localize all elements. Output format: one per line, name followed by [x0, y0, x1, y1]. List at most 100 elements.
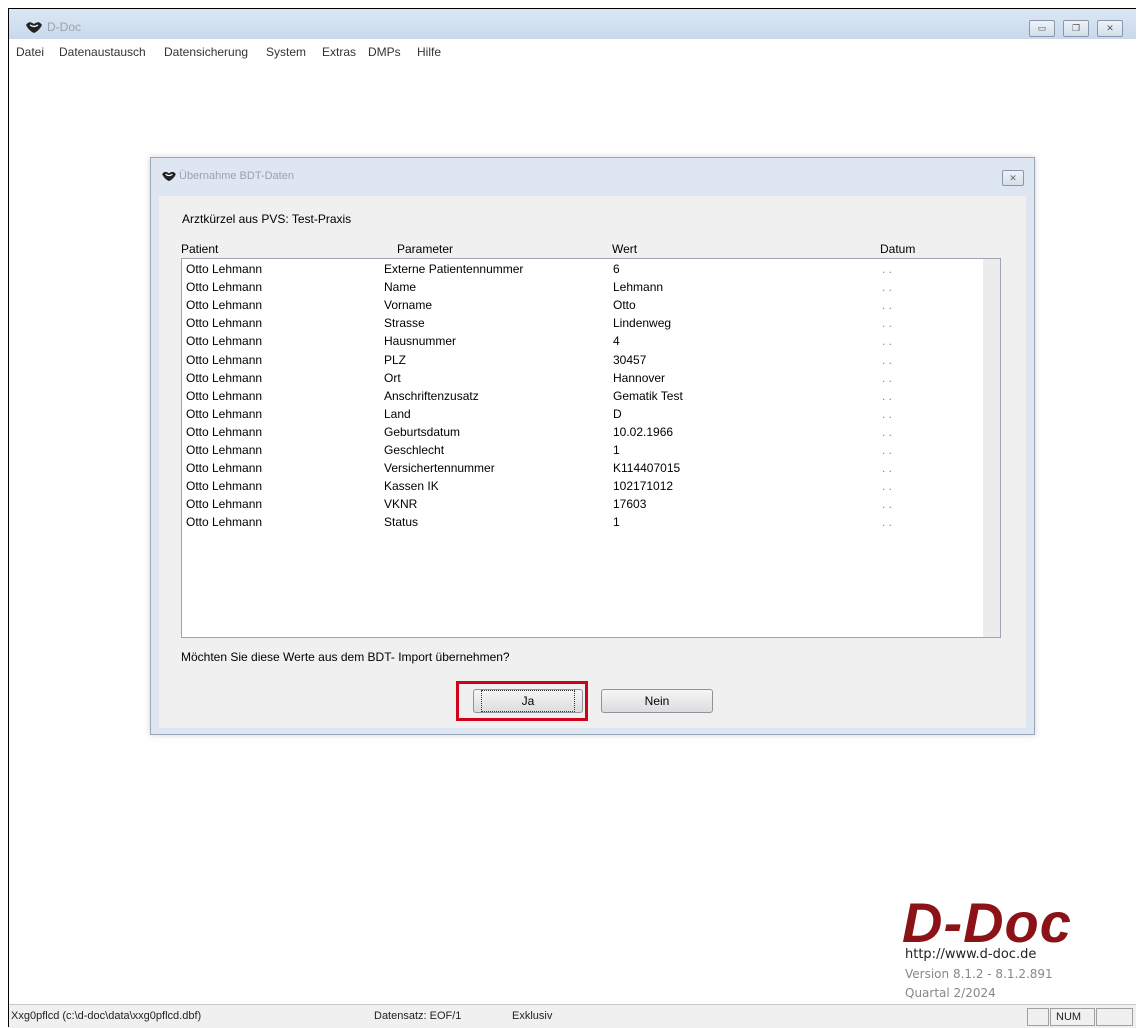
minimize-icon: ▭ [1037, 23, 1047, 33]
table-row[interactable]: Otto Lehmann Name Lehmann . . [182, 279, 982, 297]
table-row[interactable]: Otto Lehmann Kassen IK 102171012 . . [182, 478, 982, 496]
status-cell-num: NUM [1050, 1008, 1095, 1026]
cell-wert: Hannover [613, 370, 666, 385]
cell-patient: Otto Lehmann [186, 262, 263, 276]
table-row[interactable]: Otto Lehmann Strasse Lindenweg . . [182, 315, 982, 333]
table-row[interactable]: Otto Lehmann Ort Hannover . . [182, 370, 982, 388]
cell-wert: 6 [613, 262, 620, 276]
menu-datei[interactable]: Datei [16, 45, 44, 59]
menu-datenaustausch[interactable]: Datenaustausch [59, 45, 146, 59]
minimize-button[interactable]: ▭ [1029, 20, 1055, 37]
table-row[interactable]: Otto Lehmann Vorname Otto . . [182, 297, 982, 315]
menu-extras[interactable]: Extras [322, 45, 356, 59]
cell-datum: . . [882, 316, 893, 331]
list-scrollbar[interactable] [983, 259, 1000, 637]
cell-parameter: Land [384, 406, 411, 421]
table-row[interactable]: Otto Lehmann Land D . . [182, 406, 982, 424]
table-row[interactable]: Otto Lehmann Anschriftenzusatz Gematik Tes… [182, 388, 982, 406]
cell-patient: Otto Lehmann [186, 370, 263, 385]
table-row[interactable]: Otto Lehmann PLZ 30457 . . [182, 352, 982, 370]
cell-patient: Otto Lehmann [186, 479, 263, 494]
cell-datum: . . [882, 461, 893, 476]
menu-hilfe[interactable]: Hilfe [417, 45, 441, 59]
cell-parameter: PLZ [384, 352, 407, 367]
no-button-label: Nein [644, 694, 670, 708]
title-bar[interactable]: D-Doc ▭ ❐ ✕ [9, 9, 1136, 39]
cell-wert: 10.02.1966 [613, 424, 674, 439]
close-button[interactable]: ✕ [1097, 20, 1123, 37]
restore-icon: ❐ [1071, 23, 1081, 33]
menu-system[interactable]: System [266, 45, 306, 59]
cell-patient: Otto Lehmann [186, 406, 263, 421]
cell-parameter: Ort [384, 370, 401, 385]
import-question: Möchten Sie diese Werte aus dem BDT- Imp… [181, 650, 510, 664]
column-header-datum[interactable]: Datum [880, 242, 915, 256]
cell-wert: Gematik Test [613, 388, 683, 403]
praxis-label: Arztkürzel aus PVS: Test-Praxis [182, 212, 352, 226]
cell-datum: . . [882, 515, 893, 530]
cell-datum: . . [882, 352, 893, 367]
cell-parameter: Vorname [384, 298, 433, 313]
cell-datum: . . [882, 406, 893, 421]
cell-parameter: Versichertennummer [384, 461, 495, 476]
cell-patient: Otto Lehmann [186, 352, 263, 367]
cell-patient: Otto Lehmann [186, 334, 263, 349]
column-header-patient[interactable]: Patient [181, 242, 218, 256]
cell-patient: Otto Lehmann [186, 280, 263, 295]
cell-datum: . . [882, 479, 893, 494]
dialog-logo-icon [162, 171, 176, 182]
cell-parameter: Anschriftenzusatz [384, 388, 479, 403]
cell-datum: . . [882, 388, 893, 403]
cell-datum: . . [882, 298, 893, 313]
menu-dmps[interactable]: DMPs [368, 45, 401, 59]
cell-patient: Otto Lehmann [186, 424, 263, 439]
restore-button[interactable]: ❐ [1063, 20, 1089, 37]
status-num: NUM [1056, 1011, 1082, 1023]
dialog-content: Arztkürzel aus PVS: Test-Praxis Patient … [159, 196, 1026, 728]
status-bar: Xxg0pflcd (c:\d-doc\data\xxg0pflcd.dbf) … [9, 1004, 1136, 1028]
cell-parameter: Externe Patientennummer [384, 262, 524, 276]
dialog-title: Übernahme BDT-Daten [179, 170, 294, 182]
no-button[interactable]: Nein [601, 689, 713, 713]
cell-datum: . . [882, 280, 893, 295]
cell-patient: Otto Lehmann [186, 461, 263, 476]
cell-datum: . . [882, 334, 893, 349]
cell-datum: . . [882, 370, 893, 385]
cell-parameter: Geburtsdatum [384, 424, 461, 439]
cell-patient: Otto Lehmann [186, 298, 263, 313]
cell-datum: . . [882, 497, 893, 512]
table-row[interactable]: Otto Lehmann Status 1 . . [182, 514, 982, 532]
cell-wert: Otto [613, 298, 636, 313]
website-link[interactable]: http://www.d-doc.de [905, 947, 1036, 962]
table-row[interactable]: Otto Lehmann Externe Patientennummer 6 . . [182, 261, 982, 279]
cell-parameter: Hausnummer [384, 334, 457, 349]
cell-parameter: VKNR [384, 497, 418, 512]
status-cell-scroll [1096, 1008, 1133, 1026]
status-record: Datensatz: EOF/1 [374, 1010, 462, 1022]
cell-wert: 4 [613, 334, 620, 349]
table-row[interactable]: Otto Lehmann Versichertennummer K114407015… [182, 460, 982, 478]
status-cell-caps [1027, 1008, 1049, 1026]
table-row[interactable]: Otto Lehmann Geschlecht 1 . . [182, 442, 982, 460]
menu-bar: Datei Datenaustausch Datensicherung Syst… [9, 39, 1136, 63]
table-row[interactable]: Otto Lehmann Hausnummer 4 . . [182, 333, 982, 351]
cell-patient: Otto Lehmann [186, 443, 263, 457]
cell-parameter: Status [384, 515, 419, 530]
close-icon: ✕ [1106, 23, 1114, 33]
cell-wert: K114407015 [613, 461, 681, 476]
cell-wert: 1 [613, 515, 620, 530]
cell-patient: Otto Lehmann [186, 497, 263, 512]
menu-datensicherung[interactable]: Datensicherung [164, 45, 248, 59]
table-row[interactable]: Otto Lehmann VKNR 17603 . . [182, 496, 982, 514]
cell-patient: Otto Lehmann [186, 515, 263, 530]
cell-wert: 1 [613, 443, 620, 457]
column-header-wert[interactable]: Wert [612, 242, 637, 256]
column-header-parameter[interactable]: Parameter [397, 242, 453, 256]
d-doc-logo: D-Doc [902, 891, 1072, 954]
dialog-close-button[interactable]: ✕ [1002, 170, 1024, 186]
app-logo-icon [26, 22, 42, 33]
bdt-data-list[interactable]: Otto Lehmann Externe Patientennummer 6. .O… [181, 258, 1001, 638]
cell-parameter: Name [384, 280, 417, 295]
cell-datum: . . [882, 424, 893, 439]
table-row[interactable]: Otto Lehmann Geburtsdatum 10.02.1966 . . [182, 424, 982, 442]
